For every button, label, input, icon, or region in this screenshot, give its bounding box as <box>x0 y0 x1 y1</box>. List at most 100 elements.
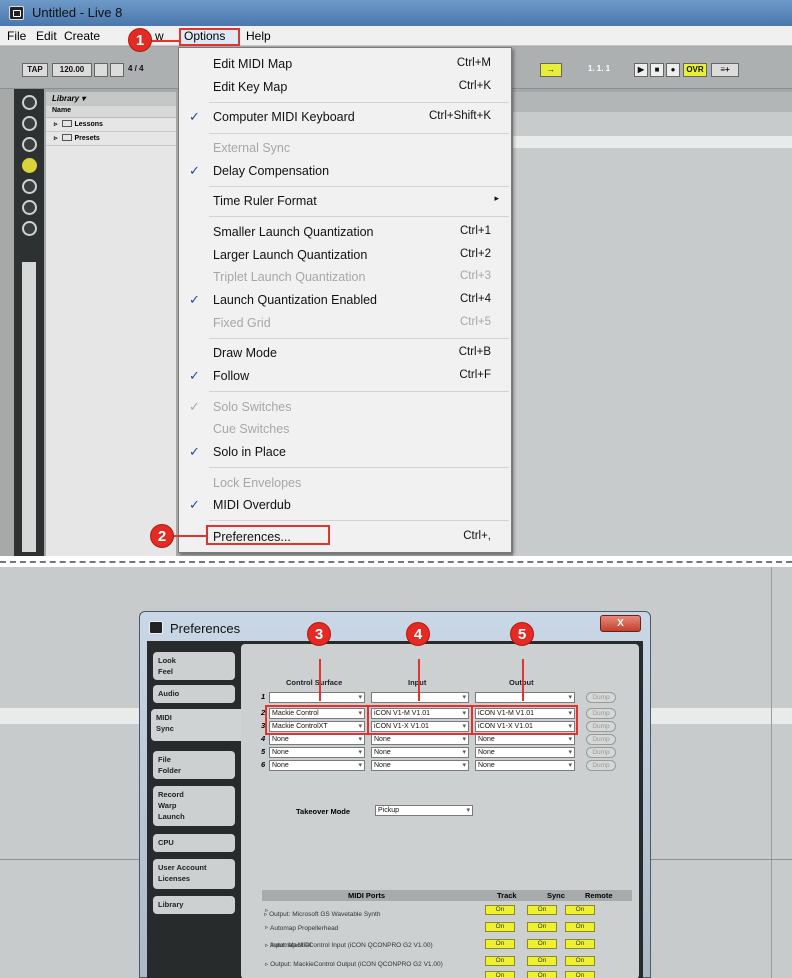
nudge-up-button[interactable] <box>110 63 124 77</box>
track-toggle[interactable]: On <box>485 939 515 949</box>
draw-mode-button[interactable]: ≡+ <box>711 63 739 77</box>
input-select[interactable]: None <box>371 760 469 771</box>
control-surface-select[interactable]: None <box>269 734 365 745</box>
menu-item-edit-key-map[interactable]: Edit Key Map Ctrl+K <box>179 76 511 98</box>
remote-toggle[interactable]: On <box>565 939 595 949</box>
tab-user-account-licenses[interactable]: User Account Licenses <box>153 859 235 889</box>
track-toggle[interactable]: On <box>485 956 515 966</box>
folder-icon <box>61 134 72 141</box>
takeover-mode-select[interactable]: Pickup <box>375 805 473 816</box>
menu-item-launch-quantization-enabled[interactable]: ✓ Launch Quantization Enabled Ctrl+4 <box>179 289 511 311</box>
menu-item-draw-mode[interactable]: Draw Mode Ctrl+B <box>179 342 511 364</box>
menu-item-smaller-launch-quantization[interactable]: Smaller Launch Quantization Ctrl+1 <box>179 221 511 243</box>
menu-item-triplet-launch-quantization[interactable]: Triplet Launch Quantization Ctrl+3 <box>179 266 511 288</box>
sync-toggle[interactable]: On <box>527 971 557 978</box>
output-select[interactable]: None <box>475 747 575 758</box>
midi-port-row[interactable]: ▹ <box>265 923 268 931</box>
menu-item-fixed-grid[interactable]: Fixed Grid Ctrl+5 <box>179 312 511 334</box>
menu-item-follow[interactable]: ✓ Follow Ctrl+F <box>179 365 511 387</box>
rail-plugin-icon[interactable] <box>22 137 37 152</box>
tempo-field[interactable]: 120.00 <box>52 63 92 77</box>
close-button[interactable]: X <box>600 615 641 632</box>
track-toggle[interactable]: On <box>485 922 515 932</box>
overdub-button[interactable]: OVR <box>683 63 707 77</box>
midi-port-row[interactable]: ▹ Output: Microsoft GS Wavetable Synth <box>264 910 380 918</box>
sync-toggle[interactable]: On <box>527 905 557 915</box>
tab-look-feel[interactable]: Look Feel <box>153 652 235 680</box>
dump-button[interactable]: Dump <box>586 708 616 719</box>
rail-scrollbar[interactable] <box>22 262 36 552</box>
menu-item-midi-overdub[interactable]: ✓ MIDI Overdub <box>179 494 511 516</box>
output-select[interactable]: None <box>475 734 575 745</box>
tab-cpu[interactable]: CPU <box>153 834 235 852</box>
menu-item-cue-switches[interactable]: Cue Switches <box>179 418 511 440</box>
follow-arrow-icon[interactable]: → <box>540 63 562 77</box>
arrangement-position[interactable]: 1. 1. 1 <box>566 63 632 77</box>
remote-toggle[interactable]: On <box>565 956 595 966</box>
menu-item-larger-launch-quantization[interactable]: Larger Launch Quantization Ctrl+2 <box>179 244 511 266</box>
menu-item-edit-midi-map[interactable]: Edit MIDI Map Ctrl+M <box>179 53 511 75</box>
control-surface-select[interactable]: None <box>269 747 365 758</box>
track-toggle[interactable]: On <box>485 905 515 915</box>
tap-button[interactable]: TAP <box>22 63 48 77</box>
dump-button[interactable]: Dump <box>586 747 616 758</box>
checkmark-icon: ✓ <box>189 444 200 459</box>
menu-item-solo-in-place[interactable]: ✓ Solo in Place <box>179 441 511 463</box>
menu-item-solo-switches[interactable]: ✓ Solo Switches <box>179 396 511 418</box>
rail-folder2-icon[interactable] <box>22 200 37 215</box>
menu-item-external-sync[interactable]: External Sync <box>179 137 511 159</box>
browser-item-presets[interactable]: ▹ Presets <box>46 132 176 146</box>
tab-file-folder[interactable]: File Folder <box>153 751 235 779</box>
rail-folder-icon[interactable] <box>22 179 37 194</box>
menu-edit[interactable]: Edit <box>36 29 57 43</box>
input-select[interactable]: None <box>371 747 469 758</box>
input-select[interactable] <box>371 692 469 703</box>
dump-button[interactable]: Dump <box>586 692 616 703</box>
sync-toggle[interactable]: On <box>527 956 557 966</box>
menu-item-lock-envelopes[interactable]: Lock Envelopes <box>179 472 511 494</box>
sync-toggle[interactable]: On <box>527 939 557 949</box>
play-icon[interactable]: ▶ <box>634 63 648 77</box>
menu-create[interactable]: Create <box>64 29 100 43</box>
midi-port-row[interactable]: Automap MIDI <box>270 942 312 949</box>
midi-port-row[interactable]: Automap Propellerhead <box>270 925 338 932</box>
rail-play-icon[interactable] <box>22 95 37 110</box>
rail-device-icon[interactable] <box>22 116 37 131</box>
remote-toggle[interactable]: On <box>565 922 595 932</box>
output-select[interactable]: None <box>475 760 575 771</box>
browser-column-name[interactable]: Name <box>46 106 176 118</box>
step-badge-4: 4 <box>406 622 430 646</box>
stop-icon[interactable]: ■ <box>650 63 664 77</box>
output-select[interactable] <box>475 692 575 703</box>
menu-item-computer-midi-keyboard[interactable]: ✓ Computer MIDI Keyboard Ctrl+Shift+K <box>179 106 511 128</box>
control-surface-select[interactable] <box>269 692 365 703</box>
menu-help[interactable]: Help <box>246 29 271 43</box>
tab-audio[interactable]: Audio <box>153 685 235 703</box>
time-signature[interactable]: 4 / 4 <box>128 63 174 77</box>
track-toggle[interactable]: On <box>485 971 515 978</box>
menu-file[interactable]: File <box>7 29 26 43</box>
tab-record-warp-launch[interactable]: Record Warp Launch <box>153 786 235 826</box>
preferences-window: Preferences X Look Feel Audio MIDI Sync … <box>139 611 651 978</box>
control-surface-select[interactable]: None <box>269 760 365 771</box>
tab-midi-sync[interactable]: MIDI Sync <box>151 709 245 741</box>
record-icon[interactable]: ● <box>666 63 680 77</box>
rail-folder3-icon[interactable] <box>22 221 37 236</box>
dump-button[interactable]: Dump <box>586 734 616 745</box>
browser-header[interactable]: Library ▾ <box>46 92 176 106</box>
remote-toggle[interactable]: On <box>565 971 595 978</box>
menu-item-time-ruler-format[interactable]: Time Ruler Format ▸ <box>179 190 511 212</box>
tab-library[interactable]: Library <box>153 896 235 914</box>
sync-toggle[interactable]: On <box>527 922 557 932</box>
input-select[interactable]: None <box>371 734 469 745</box>
browser-item-lessons[interactable]: ▹ Lessons <box>46 118 176 132</box>
dump-button[interactable]: Dump <box>586 721 616 732</box>
midi-port-row[interactable]: ▹ Output: MackieControl Output (iCON QCO… <box>265 960 443 968</box>
rail-library-icon[interactable] <box>22 158 37 173</box>
menu-item-delay-compensation[interactable]: ✓ Delay Compensation <box>179 160 511 182</box>
menu-options[interactable]: Options <box>184 29 225 43</box>
remote-toggle[interactable]: On <box>565 905 595 915</box>
nudge-down-button[interactable] <box>94 63 108 77</box>
dump-button[interactable]: Dump <box>586 760 616 771</box>
menu-item-preferences[interactable]: Preferences... Ctrl+, <box>179 526 511 548</box>
